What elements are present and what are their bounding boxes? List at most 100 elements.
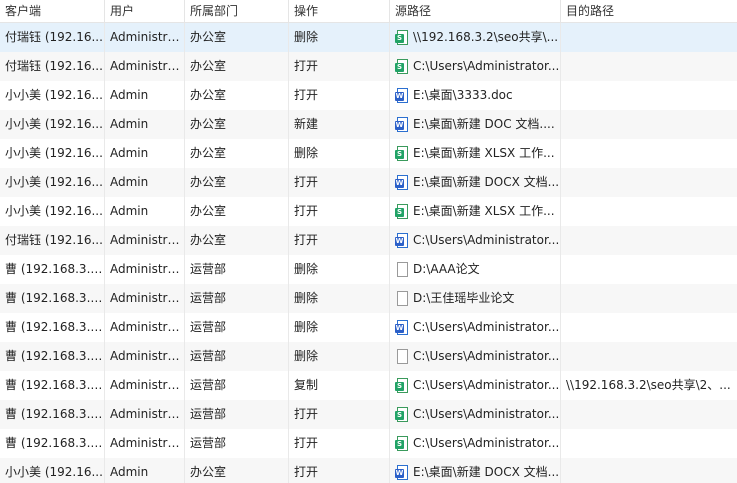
table-row[interactable]: 小小美 (192.16... Admin 办公室 打开 W E:\桌面\新建 DOCX 文… xyxy=(0,458,737,483)
destination-path-cell xyxy=(561,284,737,313)
department-cell: 办公室 xyxy=(185,23,289,52)
source-path-text: C:\Users\Administrator... xyxy=(413,349,560,363)
client-cell: 付瑞钰 (192.16... xyxy=(0,226,105,255)
department-cell: 运营部 xyxy=(185,284,289,313)
table-row[interactable]: 小小美 (192.16... Admin 办公室 打开 W E:\桌面\3333.doc xyxy=(0,81,737,110)
column-header-client[interactable]: 客户端 xyxy=(0,0,105,22)
source-path-text: C:\Users\Administrator... xyxy=(413,59,560,73)
user-cell: Administra... xyxy=(105,284,185,313)
column-header-destination-path[interactable]: 目的路径 xyxy=(561,0,737,22)
word-document-icon: W xyxy=(395,116,409,133)
client-cell: 小小美 (192.16... xyxy=(0,81,105,110)
client-cell: 曹 (192.168.3.29) xyxy=(0,313,105,342)
column-header-department[interactable]: 所属部门 xyxy=(185,0,289,22)
table-row[interactable]: 曹 (192.168.3.29) Administra... 运营部 复制 S C:\Us… xyxy=(0,371,737,400)
spreadsheet-file-icon: S xyxy=(395,58,409,75)
source-path-cell: D:\AAA论文 xyxy=(390,255,561,284)
table-row[interactable]: 付瑞钰 (192.16... Administra... 办公室 打开 W C:\User… xyxy=(0,226,737,255)
operation-cell: 打开 xyxy=(289,226,390,255)
department-cell: 办公室 xyxy=(185,81,289,110)
operation-cell: 删除 xyxy=(289,255,390,284)
source-path-text: C:\Users\Administrator... xyxy=(413,320,560,334)
source-path-text: E:\桌面\新建 DOCX 文档... xyxy=(413,465,560,479)
source-path-text: D:\AAA论文 xyxy=(413,262,480,276)
destination-path-cell xyxy=(561,81,737,110)
blank-file-icon xyxy=(395,290,409,307)
operation-cell: 打开 xyxy=(289,197,390,226)
user-cell: Administra... xyxy=(105,255,185,284)
operation-cell: 删除 xyxy=(289,313,390,342)
operation-cell: 删除 xyxy=(289,284,390,313)
user-cell: Admin xyxy=(105,81,185,110)
destination-path-cell xyxy=(561,342,737,371)
destination-path-cell xyxy=(561,52,737,81)
operation-cell: 打开 xyxy=(289,458,390,483)
spreadsheet-file-icon: S xyxy=(395,406,409,423)
destination-path-cell xyxy=(561,313,737,342)
table-row[interactable]: 小小美 (192.16... Admin 办公室 打开 S E:\桌面\新建 XLSX 工… xyxy=(0,197,737,226)
user-cell: Administra... xyxy=(105,429,185,458)
source-path-cell: C:\Users\Administrator... xyxy=(390,342,561,371)
user-cell: Admin xyxy=(105,110,185,139)
user-cell: Administra... xyxy=(105,400,185,429)
table-row[interactable]: 曹 (192.168.3.29) Administra... 运营部 删除 W C:\Us… xyxy=(0,313,737,342)
table-row[interactable]: 付瑞钰 (192.16... Administra... 办公室 打开 S C:\User… xyxy=(0,52,737,81)
destination-path-cell xyxy=(561,168,737,197)
destination-path-cell xyxy=(561,429,737,458)
source-path-cell: S E:\桌面\新建 XLSX 工作... xyxy=(390,197,561,226)
client-cell: 曹 (192.168.3.29) xyxy=(0,255,105,284)
word-document-icon: W xyxy=(395,232,409,249)
operation-cell: 复制 xyxy=(289,371,390,400)
word-document-icon: W xyxy=(395,464,409,481)
destination-path-cell xyxy=(561,139,737,168)
source-path-text: E:\桌面\新建 XLSX 工作... xyxy=(413,146,555,160)
department-cell: 运营部 xyxy=(185,342,289,371)
column-header-operation[interactable]: 操作 xyxy=(289,0,390,22)
table-row[interactable]: 小小美 (192.16... Admin 办公室 新建 W E:\桌面\新建 DOC 文档… xyxy=(0,110,737,139)
department-cell: 办公室 xyxy=(185,168,289,197)
table-row[interactable]: 曹 (192.168.3.29) Administra... 运营部 删除 C:\Use… xyxy=(0,342,737,371)
client-cell: 小小美 (192.16... xyxy=(0,168,105,197)
department-cell: 运营部 xyxy=(185,255,289,284)
table-row[interactable]: 曹 (192.168.3.29) Administra... 运营部 删除 D:\王佳瑶… xyxy=(0,284,737,313)
table-row[interactable]: 曹 (192.168.3.29) Administra... 运营部 删除 D:\AAA… xyxy=(0,255,737,284)
destination-path-cell xyxy=(561,110,737,139)
blank-file-icon xyxy=(395,261,409,278)
table-row[interactable]: 曹 (192.168.3.29) Administra... 运营部 打开 S C:\Us… xyxy=(0,400,737,429)
destination-path-cell xyxy=(561,23,737,52)
column-header-source-path[interactable]: 源路径 xyxy=(390,0,561,22)
spreadsheet-file-icon: S xyxy=(395,377,409,394)
table-row[interactable]: 小小美 (192.16... Admin 办公室 打开 W E:\桌面\新建 DOCX 文… xyxy=(0,168,737,197)
table-row[interactable]: 小小美 (192.16... Admin 办公室 删除 S E:\桌面\新建 XLSX 工… xyxy=(0,139,737,168)
destination-path-cell xyxy=(561,458,737,483)
source-path-text: C:\Users\Administrator... xyxy=(413,407,560,421)
spreadsheet-file-icon: S xyxy=(395,29,409,46)
user-cell: Admin xyxy=(105,139,185,168)
spreadsheet-file-icon: S xyxy=(395,145,409,162)
user-cell: Administra... xyxy=(105,313,185,342)
table-row[interactable]: 曹 (192.168.3.29) Administra... 运营部 打开 S C:\Us… xyxy=(0,429,737,458)
column-header-user[interactable]: 用户 xyxy=(105,0,185,22)
source-path-cell: W C:\Users\Administrator... xyxy=(390,313,561,342)
table-row[interactable]: 付瑞钰 (192.16... Administra... 办公室 删除 S \\192.1… xyxy=(0,23,737,52)
source-path-text: C:\Users\Administrator... xyxy=(413,436,560,450)
destination-path-cell xyxy=(561,226,737,255)
department-cell: 运营部 xyxy=(185,400,289,429)
client-cell: 小小美 (192.16... xyxy=(0,458,105,483)
operation-cell: 打开 xyxy=(289,81,390,110)
operation-cell: 打开 xyxy=(289,429,390,458)
blank-file-icon xyxy=(395,348,409,365)
client-cell: 曹 (192.168.3.29) xyxy=(0,342,105,371)
user-cell: Admin xyxy=(105,168,185,197)
operation-cell: 打开 xyxy=(289,52,390,81)
source-path-cell: S E:\桌面\新建 XLSX 工作... xyxy=(390,139,561,168)
table-header: 客户端 用户 所属部门 操作 源路径 目的路径 xyxy=(0,0,737,23)
file-operation-log-table: 客户端 用户 所属部门 操作 源路径 目的路径 付瑞钰 (192.16... Ad… xyxy=(0,0,737,483)
user-cell: Administra... xyxy=(105,52,185,81)
source-path-text: C:\Users\Administrator... xyxy=(413,378,560,392)
source-path-cell: D:\王佳瑶毕业论文 xyxy=(390,284,561,313)
operation-cell: 删除 xyxy=(289,342,390,371)
department-cell: 办公室 xyxy=(185,52,289,81)
client-cell: 付瑞钰 (192.16... xyxy=(0,23,105,52)
table-body: 付瑞钰 (192.16... Administra... 办公室 删除 S \\192.1… xyxy=(0,23,737,483)
